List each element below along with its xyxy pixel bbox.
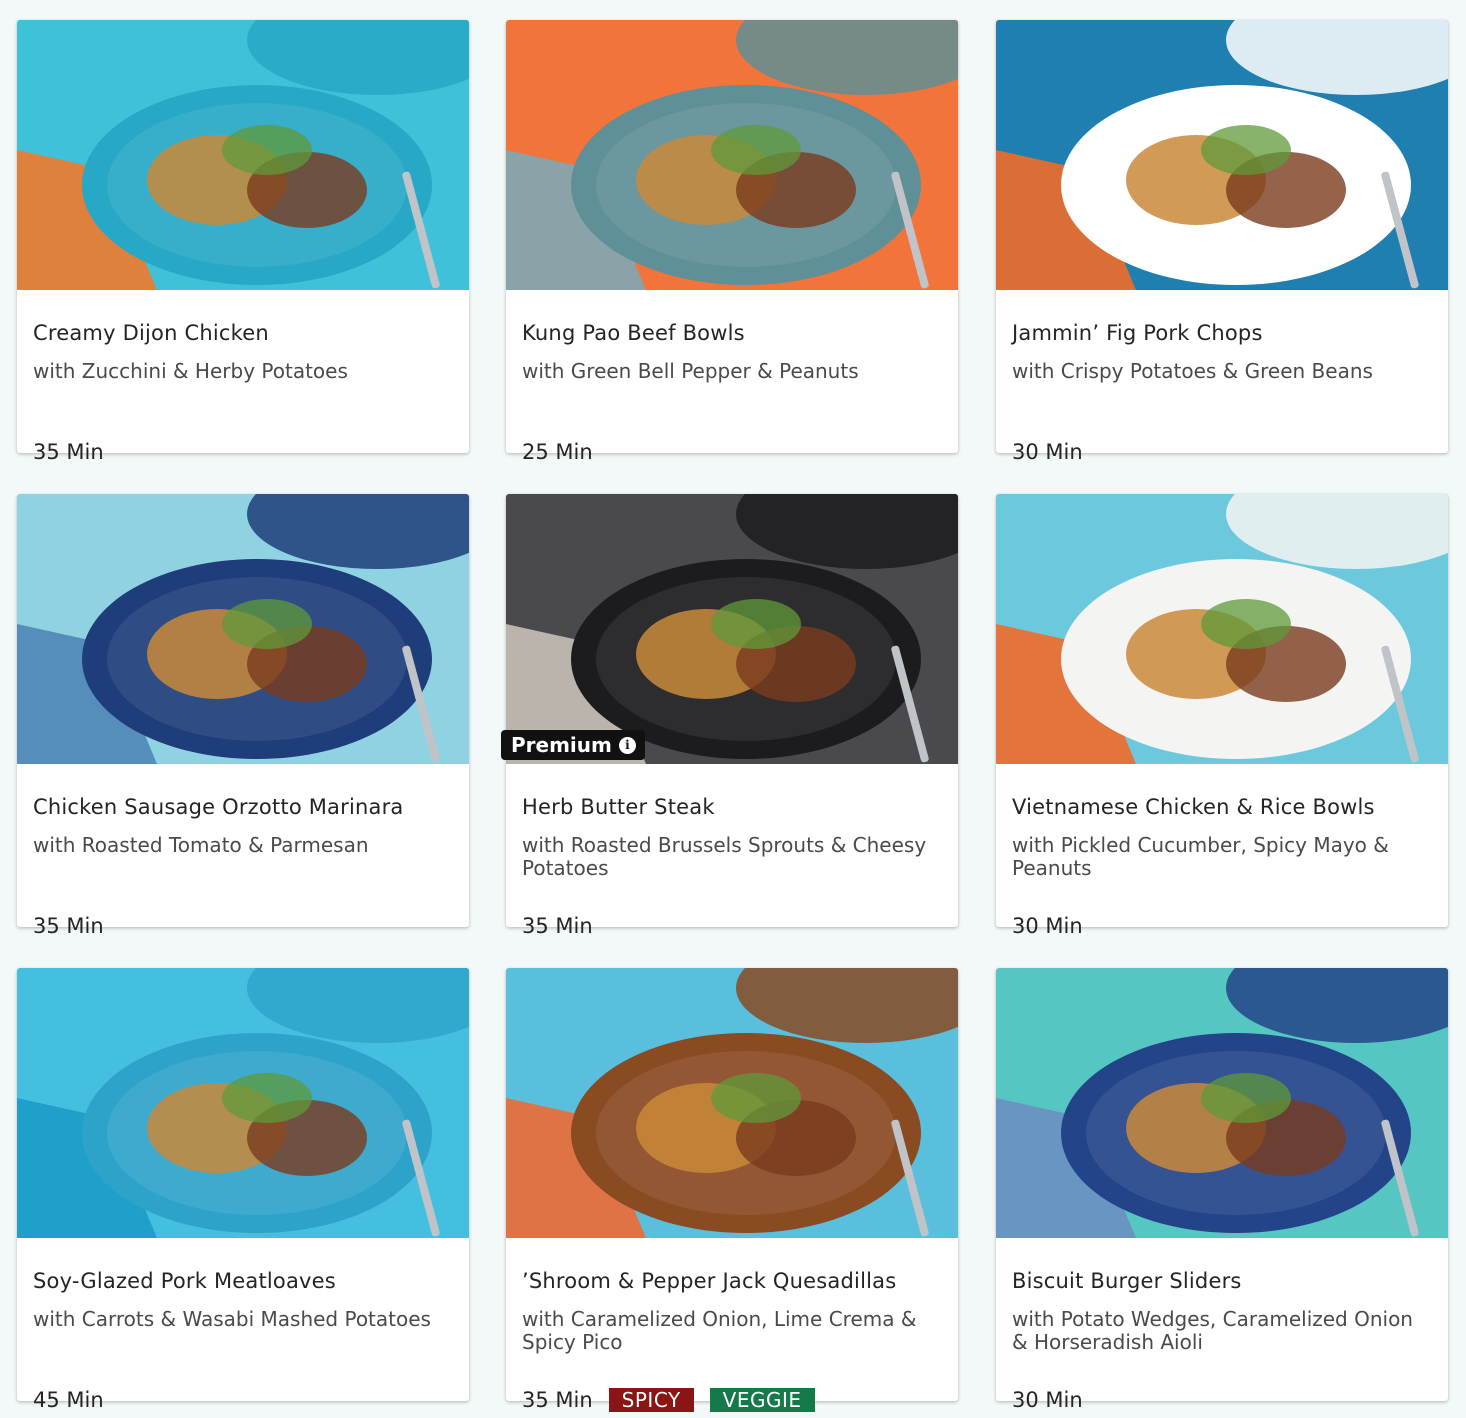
recipe-title[interactable]: Kung Pao Beef Bowls <box>522 320 944 346</box>
recipe-meta: 30 Min <box>1012 1388 1083 1412</box>
recipe-card[interactable]: ’Shroom & Pepper Jack Quesadillas with Ca… <box>506 968 958 1412</box>
cook-time: 30 Min <box>1012 1388 1083 1412</box>
recipe-subtitle: with Caramelized Onion, Lime Crema & Spi… <box>522 1307 917 1354</box>
recipe-meta: 35 Min <box>33 914 104 938</box>
premium-label: Premium <box>511 733 612 757</box>
recipe-card[interactable]: Creamy Dijon Chicken with Zucchini & Herb… <box>17 20 469 464</box>
recipe-meta: 35 Min SPICY VEGGIE <box>522 1388 815 1412</box>
recipe-card[interactable]: Biscuit Burger Sliders with Potato Wedges… <box>996 968 1448 1412</box>
cook-time: 35 Min <box>522 914 593 938</box>
recipe-card[interactable]: Jammin’ Fig Pork Chops with Crispy Potato… <box>996 20 1448 464</box>
recipe-meta: 30 Min <box>1012 440 1083 464</box>
recipe-subtitle: with Zucchini & Herby Potatoes <box>33 359 348 383</box>
veggie-tag: VEGGIE <box>709 1388 815 1412</box>
recipe-subtitle: with Carrots & Wasabi Mashed Potatoes <box>33 1307 431 1331</box>
info-icon[interactable]: i <box>618 736 636 754</box>
recipe-subtitle: with Roasted Tomato & Parmesan <box>33 833 369 857</box>
cook-time: 35 Min <box>33 914 104 938</box>
cook-time: 35 Min <box>522 1388 593 1412</box>
recipe-subtitle: with Pickled Cucumber, Spicy Mayo & Pean… <box>1012 833 1389 880</box>
cook-time: 35 Min <box>33 440 104 464</box>
recipe-title[interactable]: Jammin’ Fig Pork Chops <box>1012 320 1434 346</box>
recipe-subtitle: with Potato Wedges, Caramelized Onion & … <box>1012 1307 1413 1354</box>
recipe-card[interactable]: Premium i Herb Butter Steak with Roasted Br… <box>501 494 958 938</box>
recipe-title[interactable]: ’Shroom & Pepper Jack Quesadillas <box>522 1268 944 1294</box>
recipe-title[interactable]: Herb Butter Steak <box>522 794 944 820</box>
recipe-image[interactable] <box>17 494 469 764</box>
recipe-image[interactable] <box>17 20 469 290</box>
recipe-image[interactable] <box>506 968 958 1238</box>
recipe-subtitle: with Crispy Potatoes & Green Beans <box>1012 359 1373 383</box>
recipe-image[interactable] <box>506 494 958 764</box>
spicy-tag: SPICY <box>608 1388 694 1412</box>
recipe-image[interactable] <box>17 968 469 1238</box>
recipe-title[interactable]: Soy-Glazed Pork Meatloaves <box>33 1268 455 1294</box>
recipe-image[interactable] <box>996 968 1448 1238</box>
recipe-title[interactable]: Vietnamese Chicken & Rice Bowls <box>1012 794 1434 820</box>
recipe-meta: 30 Min <box>1012 914 1083 938</box>
cook-time: 45 Min <box>33 1388 104 1412</box>
recipe-image[interactable] <box>506 20 958 290</box>
recipe-meta: 45 Min <box>33 1388 104 1412</box>
recipe-meta: 35 Min <box>522 914 593 938</box>
recipe-title[interactable]: Creamy Dijon Chicken <box>33 320 455 346</box>
cook-time: 25 Min <box>522 440 593 464</box>
recipe-image[interactable] <box>996 20 1448 290</box>
premium-badge[interactable]: Premium i <box>501 730 645 760</box>
recipe-card[interactable]: Soy-Glazed Pork Meatloaves with Carrots &… <box>17 968 469 1412</box>
recipe-title[interactable]: Chicken Sausage Orzotto Marinara <box>33 794 455 820</box>
recipe-card[interactable]: Chicken Sausage Orzotto Marinara with Roa… <box>17 494 469 938</box>
recipe-subtitle: with Roasted Brussels Sprouts & Cheesy P… <box>522 833 927 880</box>
cook-time: 30 Min <box>1012 440 1083 464</box>
recipe-title[interactable]: Biscuit Burger Sliders <box>1012 1268 1434 1294</box>
recipe-card[interactable]: Vietnamese Chicken & Rice Bowls with Pick… <box>996 494 1448 938</box>
recipe-meta: 25 Min <box>522 440 593 464</box>
recipe-subtitle: with Green Bell Pepper & Peanuts <box>522 359 859 383</box>
recipe-meta: 35 Min <box>33 440 104 464</box>
cook-time: 30 Min <box>1012 914 1083 938</box>
recipe-image[interactable] <box>996 494 1448 764</box>
recipe-card[interactable]: Kung Pao Beef Bowls with Green Bell Peppe… <box>506 20 958 464</box>
